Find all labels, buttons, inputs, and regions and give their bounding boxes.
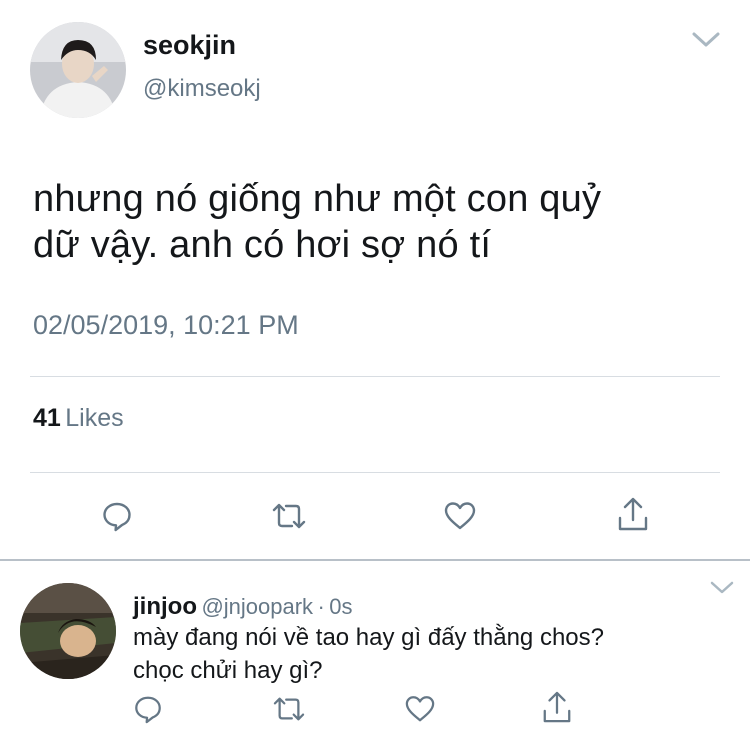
reply-author-handle[interactable]: @jnjoopark [201,594,313,619]
reply-icon[interactable] [101,500,133,532]
retweet-icon[interactable] [271,694,307,724]
chevron-down-icon[interactable] [690,30,722,50]
reply-text-line-2: chọc chửi hay gì? [133,657,323,684]
reply-text-line-1: mày đang nói về tao hay gì đấy thằng cho… [133,624,604,651]
share-icon[interactable] [541,690,573,726]
reply-text: mày đang nói về tao hay gì đấy thằng cho… [133,621,733,687]
chevron-down-icon[interactable] [709,580,735,596]
reply-icon[interactable] [133,694,163,724]
heart-icon[interactable] [443,500,477,532]
reply-separator: · [317,594,325,619]
author-handle[interactable]: @kimseokj [143,75,261,103]
divider [30,472,720,473]
reply-author-avatar[interactable] [20,583,116,679]
retweet-icon[interactable] [270,500,308,532]
likes-count: 41 [33,404,61,432]
likes-stat[interactable]: 41 Likes [33,404,124,433]
reply-header: jinjoo @jnjoopark · 0s [133,593,353,621]
likes-label: Likes [65,404,124,432]
divider [30,376,720,377]
heart-icon[interactable] [404,694,436,724]
tweet-timestamp[interactable]: 02/05/2019, 10:21 PM [33,310,299,341]
tweet-text: nhưng nó giống như một con quỷ dữ vậy. a… [33,176,723,268]
tweet-text-line-2: dữ vậy. anh có hơi sợ nó tí [33,224,492,266]
author-avatar[interactable] [30,22,126,118]
reply-time[interactable]: 0s [329,594,352,619]
author-name[interactable]: seokjin [143,30,236,61]
section-divider [0,559,750,561]
tweet-text-line-1: nhưng nó giống như một con quỷ [33,178,602,220]
reply-author-name[interactable]: jinjoo [133,593,197,620]
share-icon[interactable] [616,496,650,534]
